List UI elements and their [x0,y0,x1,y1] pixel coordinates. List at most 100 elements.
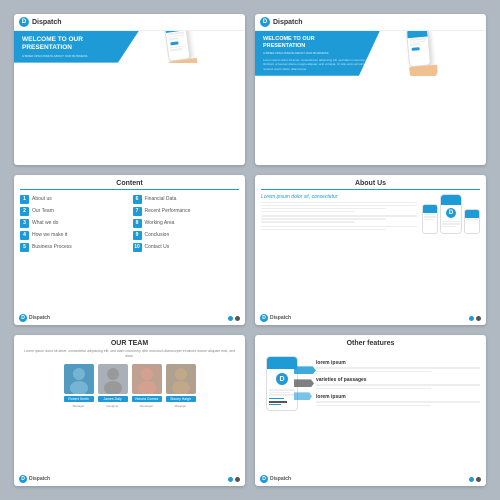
member-name-2: Victoria Gomez [132,396,162,402]
footer-logo-icon-features: D [260,475,268,483]
member-photo-3 [166,364,196,394]
phone-small-2 [464,209,480,234]
slide1-header: D Dispatch [14,14,245,31]
fp-line3 [269,394,295,396]
about-line-1 [261,202,417,204]
slide2-header: D Dispatch [255,14,486,31]
footer-logo-team: D Dispatch [19,475,50,483]
arrow-chevron-dark [294,379,314,387]
about-line-5 [261,215,417,217]
item-label-9: Conclusion [145,232,170,238]
brand-name-s1: Dispatch [32,19,62,26]
item-label-4: How we make it [32,232,67,238]
pl-line3 [442,226,456,228]
pl-top [441,195,461,205]
slide1-body: WELCOME TO OUR PRESENTATION A BRIEF DISC… [14,31,245,63]
item-num-10: 10 [133,243,142,252]
team-footer: D Dispatch [19,475,240,483]
dot-dark-team [235,477,240,482]
fp-line1 [269,389,295,391]
phone-mock-s2 [406,31,431,68]
item-num-8: 8 [133,219,142,228]
content-item-1: 1 About us [20,195,127,204]
person-silhouette-3 [166,364,196,394]
about-line-3 [261,208,386,210]
phone-mock-s1 [164,31,191,62]
dot-blue-about [469,316,474,321]
content-item-10: 10 Contact Us [133,243,240,252]
phone-large: D [440,194,462,234]
content-item-6: 6 Financial Data [133,195,240,204]
footer-logo-about: D Dispatch [260,314,291,322]
fp-line-dark [269,401,287,403]
dot-dark-about [476,316,481,321]
feature-item-2: lorem ipsum [316,394,480,407]
dot-dark-content [235,316,240,321]
person-silhouette-2 [132,364,162,394]
arrow-1 [294,366,316,374]
item-num-1: 1 [20,195,29,204]
feature-item-1: varieties of passages [316,377,480,390]
footer-brand-team: Dispatch [29,476,50,482]
footer-logo-icon-about: D [260,314,268,322]
ps1-line2 [424,216,436,218]
item-label-2: Our Team [32,208,54,214]
member-role-1: Designer [106,404,118,408]
ps2-top [465,210,479,218]
features-footer: D Dispatch [260,475,481,483]
content-item-5: 5 Business Process [20,243,127,252]
pl-line1 [442,221,460,223]
about-footer: D Dispatch [260,314,481,322]
member-role-2: Developer [140,404,154,408]
item-label-8: Working Area [145,220,175,226]
footer-logo-content: D Dispatch [19,314,50,322]
phone-line3-s1 [169,37,179,40]
footer-dots-about [469,316,481,321]
arrow-3 [294,392,316,400]
slide-team: OUR TEAM Lorem ipsum dolor sit amet, con… [14,335,245,486]
item-num-4: 4 [20,231,29,240]
item-label-1: About us [32,196,52,202]
team-member-1: James Daly Designer [98,364,128,408]
phone-btn-s1 [171,41,179,45]
footer-logo-icon-content: D [19,314,27,322]
about-phones: D [422,194,480,234]
arrow-chevron-blue [294,366,316,374]
feature-line-2a [316,401,480,403]
slide-welcome-1: D Dispatch WELCOME TO OUR PRESENTATION A… [14,14,245,165]
member-name-1: James Daly [98,396,128,402]
feature-title-2: lorem ipsum [316,394,480,400]
about-line-7 [261,221,355,223]
footer-dots-features [469,477,481,482]
content-title: Content [20,180,239,190]
team-member-2: Victoria Gomez Developer [132,364,162,408]
pl-icon: D [446,208,456,218]
about-line-4 [261,211,355,213]
about-text-area: Lorem ipsum dolor sit, consectetur [261,194,417,234]
about-line-8 [261,226,417,228]
content-col-right: 6 Financial Data 7 Recent Performance 8 … [133,195,240,252]
hand-phone-s1 [164,31,199,63]
arrow-2 [294,379,316,387]
team-member-0: Robert Smith Manager [64,364,94,408]
item-num-7: 7 [133,207,142,216]
phone-line5-s1 [171,48,183,51]
features-list: lorem ipsum varieties of passages lorem … [316,360,480,407]
content-item-3: 3 What we do [20,219,127,228]
features-phone-area: D [261,351,311,416]
logo-icon-s2: D [260,17,270,27]
content-item-9: 9 Conclusion [133,231,240,240]
team-subtitle: Lorem ipsum dolor sit amet, consectetur … [20,349,239,359]
item-label-6: Financial Data [145,196,177,202]
logo-icon-s1: D [19,17,29,27]
content-item-8: 8 Working Area [133,219,240,228]
dot-blue-features [469,477,474,482]
footer-brand-features: Dispatch [270,476,291,482]
feature-line-2b [316,405,431,407]
item-label-7: Recent Performance [145,208,191,214]
member-photo-0 [64,364,94,394]
pl-line2 [442,223,460,225]
slide2-body: WELCOME TO OUR PRESENTATION A BRIEF DISC… [255,31,486,76]
dot-blue-content [228,316,233,321]
feature-line-1a [316,384,480,386]
